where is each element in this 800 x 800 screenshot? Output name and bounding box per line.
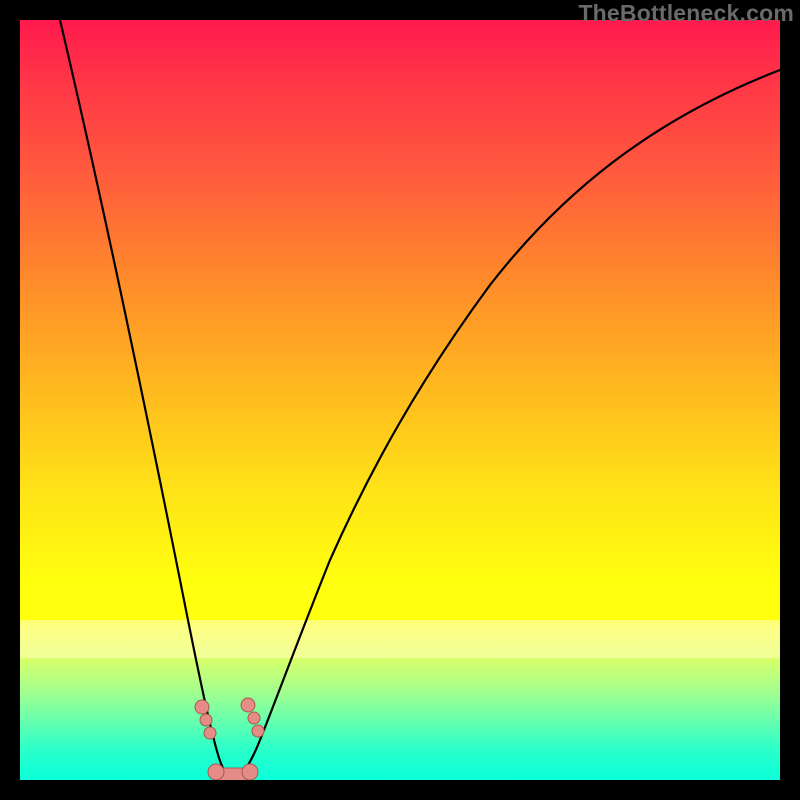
chart-plot-area (20, 20, 780, 780)
marker-dot (241, 698, 255, 712)
marker-dot (208, 764, 224, 780)
watermark-text: TheBottleneck.com (578, 0, 794, 27)
optimal-markers (195, 698, 264, 780)
bottleneck-curve-svg (20, 20, 780, 780)
marker-dot (204, 727, 216, 739)
marker-dot (200, 714, 212, 726)
bottleneck-curve-path (60, 20, 780, 777)
marker-dot (248, 712, 260, 724)
marker-dot (252, 725, 264, 737)
marker-dot (195, 700, 209, 714)
marker-dot (242, 764, 258, 780)
